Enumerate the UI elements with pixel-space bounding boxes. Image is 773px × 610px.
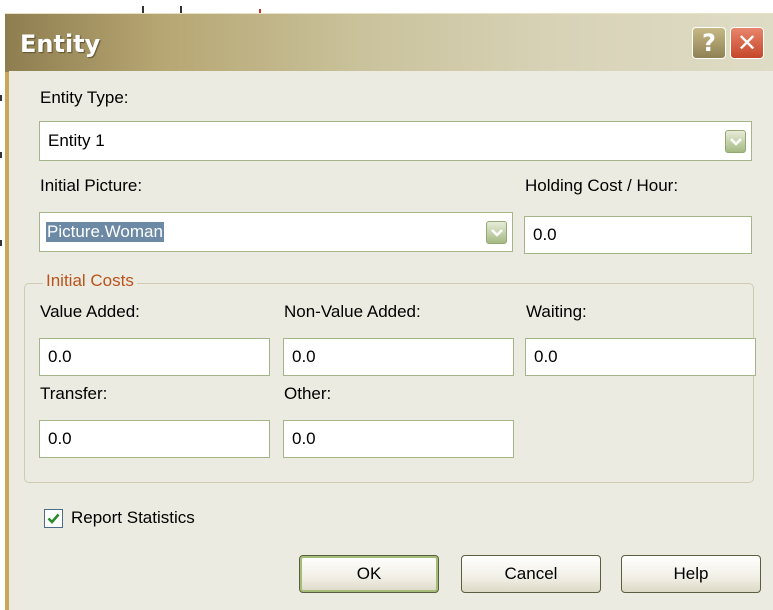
entity-type-combobox[interactable]: Entity 1 bbox=[39, 121, 752, 161]
dialog-title: Entity bbox=[20, 30, 101, 58]
help-icon-button[interactable]: ? bbox=[692, 27, 726, 59]
report-statistics-checkbox[interactable] bbox=[44, 509, 63, 528]
value-added-input[interactable]: 0.0 bbox=[39, 338, 270, 376]
other-label: Other: bbox=[284, 384, 332, 403]
entity-dialog: Entity ? ✕ Entity Type: Entity 1 Initial… bbox=[5, 13, 773, 610]
background-tick bbox=[0, 240, 2, 246]
entity-type-value: Entity 1 bbox=[48, 131, 105, 150]
help-button[interactable]: Help bbox=[621, 555, 761, 593]
question-mark-icon: ? bbox=[702, 29, 716, 57]
holding-cost-input[interactable]: 0.0 bbox=[524, 216, 752, 254]
title-bar[interactable]: Entity ? ✕ bbox=[5, 13, 773, 72]
close-button[interactable]: ✕ bbox=[730, 27, 764, 59]
close-icon: ✕ bbox=[736, 29, 758, 57]
transfer-label: Transfer: bbox=[40, 384, 108, 403]
non-value-added-label: Non-Value Added: bbox=[284, 302, 421, 321]
dialog-client-area: Entity Type: Entity 1 Initial Picture: H… bbox=[9, 71, 773, 610]
waiting-label: Waiting: bbox=[526, 302, 587, 321]
waiting-input[interactable]: 0.0 bbox=[525, 338, 756, 376]
report-statistics-label: Report Statistics bbox=[71, 508, 195, 527]
checkmark-icon bbox=[47, 513, 60, 524]
holding-cost-label: Holding Cost / Hour: bbox=[525, 176, 679, 195]
chevron-down-icon[interactable] bbox=[486, 221, 507, 244]
entity-type-label: Entity Type: bbox=[40, 88, 129, 107]
value-added-label: Value Added: bbox=[40, 302, 140, 321]
background-tick bbox=[0, 152, 2, 158]
ok-button[interactable]: OK bbox=[299, 555, 439, 593]
chevron-down-icon[interactable] bbox=[725, 130, 746, 153]
cancel-button[interactable]: Cancel bbox=[461, 555, 601, 593]
initial-picture-label: Initial Picture: bbox=[40, 176, 143, 195]
transfer-input[interactable]: 0.0 bbox=[39, 420, 270, 458]
background-tick bbox=[0, 95, 2, 101]
non-value-added-input[interactable]: 0.0 bbox=[283, 338, 514, 376]
other-input[interactable]: 0.0 bbox=[283, 420, 514, 458]
initial-costs-group-label: Initial Costs bbox=[43, 271, 137, 291]
initial-picture-value: Picture.Woman bbox=[46, 222, 164, 242]
initial-picture-combobox[interactable]: Picture.Woman bbox=[39, 212, 513, 252]
